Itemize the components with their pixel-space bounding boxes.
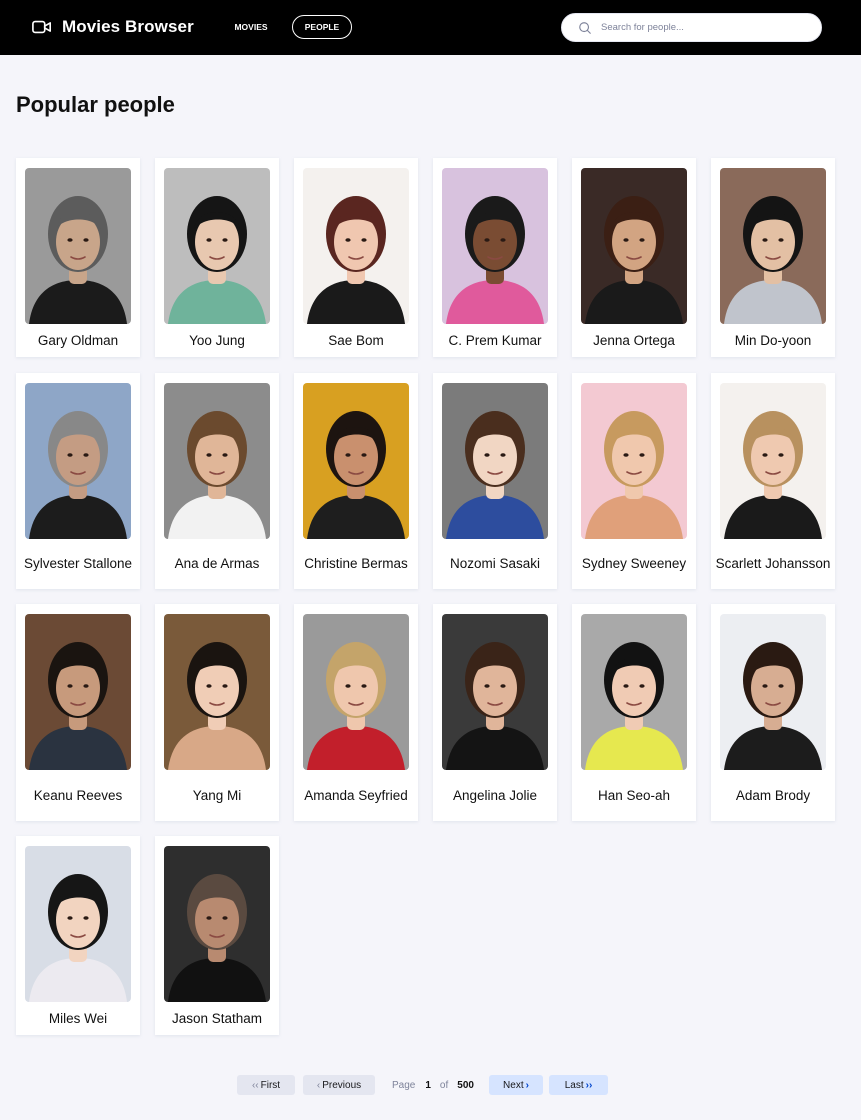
search-box[interactable]	[561, 13, 822, 42]
person-name: Min Do-yoon	[734, 332, 812, 348]
top-navigation-bar: Movies Browser MOVIES PEOPLE	[0, 0, 861, 55]
person-photo	[581, 168, 687, 324]
person-name: Yang Mi	[192, 787, 242, 803]
page-title: Popular people	[16, 92, 175, 117]
chevron-right-icon: ›	[525, 1079, 529, 1091]
person-photo	[25, 614, 131, 770]
app-title: Movies Browser	[62, 17, 194, 36]
person-card[interactable]: Adam Brody	[711, 604, 835, 821]
person-photo	[25, 846, 131, 1002]
person-photo	[720, 383, 826, 539]
person-name: Angelina Jolie	[452, 787, 538, 803]
person-card[interactable]: Amanda Seyfried	[294, 604, 418, 821]
person-card[interactable]: Keanu Reeves	[16, 604, 140, 821]
person-card[interactable]: Sylvester Stallone	[16, 373, 140, 589]
person-photo	[303, 614, 409, 770]
double-chevron-right-icon: ››	[585, 1079, 593, 1091]
page-label: Page	[392, 1079, 416, 1091]
person-name: Sylvester Stallone	[23, 555, 133, 571]
person-name: Keanu Reeves	[33, 787, 123, 803]
person-card[interactable]: Jenna Ortega	[572, 158, 696, 357]
person-photo	[720, 614, 826, 770]
of-label: of	[439, 1079, 449, 1091]
person-photo	[442, 614, 548, 770]
last-page-button[interactable]: Last ››	[549, 1075, 608, 1095]
app-logo[interactable]: Movies Browser	[32, 16, 194, 38]
person-card[interactable]: Angelina Jolie	[433, 604, 557, 821]
current-page-number: 1	[425, 1079, 431, 1091]
person-card[interactable]: Nozomi Sasaki	[433, 373, 557, 589]
previous-page-button[interactable]: ‹ Previous	[303, 1075, 375, 1095]
person-name: Miles Wei	[48, 1010, 108, 1026]
total-pages-number: 500	[457, 1079, 474, 1091]
nav-movies-tab[interactable]: MOVIES	[227, 15, 275, 39]
page-indicator: Page 1 of 500	[392, 1075, 474, 1095]
person-photo	[164, 383, 270, 539]
search-icon	[579, 21, 591, 34]
person-name: Sae Bom	[328, 332, 384, 348]
person-photo	[164, 614, 270, 770]
person-name: Han Seo-ah	[597, 787, 671, 803]
person-card[interactable]: Yang Mi	[155, 604, 279, 821]
person-photo	[164, 846, 270, 1002]
person-photo	[25, 168, 131, 324]
double-chevron-left-icon: ‹‹	[251, 1079, 259, 1091]
person-photo	[720, 168, 826, 324]
person-name: Adam Brody	[735, 787, 811, 803]
search-input[interactable]	[601, 22, 801, 33]
person-name: Jason Statham	[171, 1010, 263, 1026]
person-name: Jenna Ortega	[593, 332, 675, 348]
next-page-button[interactable]: Next ›	[489, 1075, 543, 1095]
person-name: Scarlett Johansson	[715, 555, 831, 571]
person-card[interactable]: Ana de Armas	[155, 373, 279, 589]
nav-people-tab[interactable]: PEOPLE	[292, 15, 352, 39]
person-name: Sydney Sweeney	[581, 555, 687, 571]
person-card[interactable]: Sae Bom	[294, 158, 418, 357]
previous-page-label: Previous	[322, 1079, 362, 1091]
person-card[interactable]: C. Prem Kumar	[433, 158, 557, 357]
person-card[interactable]: Miles Wei	[16, 836, 140, 1035]
person-card[interactable]: Jason Statham	[155, 836, 279, 1035]
person-card[interactable]: Han Seo-ah	[572, 604, 696, 821]
person-photo	[581, 614, 687, 770]
person-photo	[581, 383, 687, 539]
person-card[interactable]: Christine Bermas	[294, 373, 418, 589]
person-name: C. Prem Kumar	[448, 332, 542, 348]
person-photo	[303, 383, 409, 539]
next-page-label: Next	[503, 1079, 524, 1091]
person-name: Nozomi Sasaki	[449, 555, 541, 571]
video-camera-icon	[32, 20, 51, 34]
person-name: Christine Bermas	[304, 555, 408, 571]
person-name: Ana de Armas	[174, 555, 260, 571]
person-photo	[303, 168, 409, 324]
first-page-label: First	[260, 1079, 281, 1091]
person-name: Gary Oldman	[37, 332, 119, 348]
person-card[interactable]: Min Do-yoon	[711, 158, 835, 357]
chevron-left-icon: ‹	[316, 1079, 321, 1091]
person-card[interactable]: Gary Oldman	[16, 158, 140, 357]
person-card[interactable]: Scarlett Johansson	[711, 373, 835, 589]
person-name: Yoo Jung	[189, 332, 245, 348]
person-card[interactable]: Sydney Sweeney	[572, 373, 696, 589]
last-page-label: Last	[564, 1079, 584, 1091]
person-name: Amanda Seyfried	[304, 787, 408, 803]
person-photo	[25, 383, 131, 539]
person-photo	[164, 168, 270, 324]
person-photo	[442, 168, 548, 324]
person-photo	[442, 383, 548, 539]
first-page-button[interactable]: ‹‹ First	[237, 1075, 295, 1095]
person-card[interactable]: Yoo Jung	[155, 158, 279, 357]
